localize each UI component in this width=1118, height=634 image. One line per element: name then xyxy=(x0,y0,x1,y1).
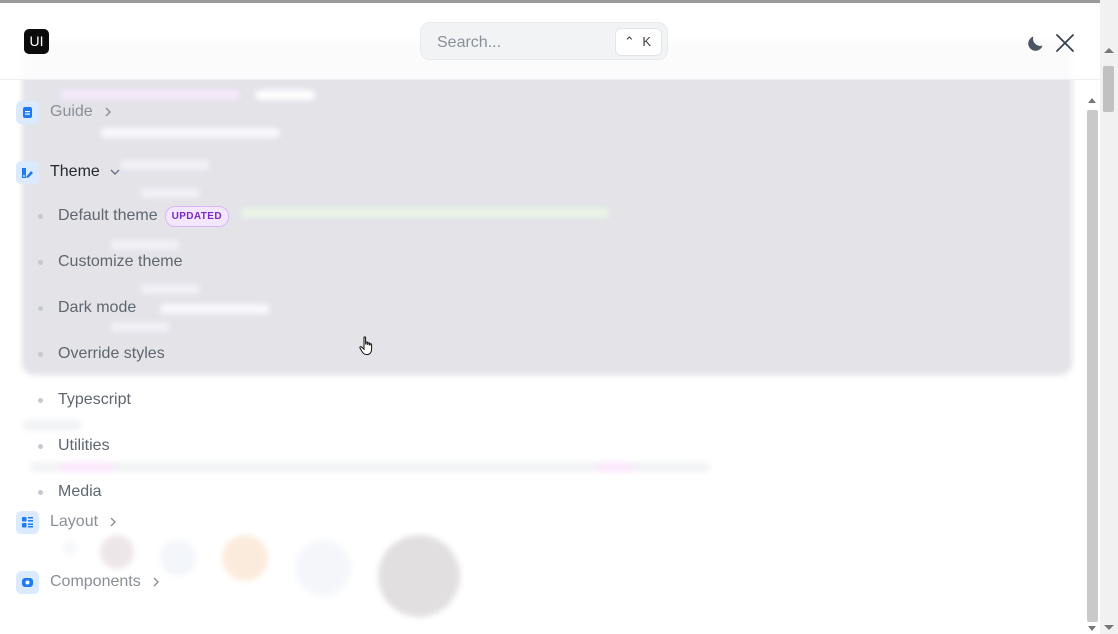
components-icon xyxy=(16,570,39,594)
bullet-icon xyxy=(38,305,43,311)
chevron-right-icon xyxy=(153,577,159,587)
bullet-icon xyxy=(38,489,43,495)
sub-item-dark-mode[interactable]: Dark mode xyxy=(38,296,136,320)
nav-item-label: Components xyxy=(50,573,141,590)
sub-item-default-theme[interactable]: Default theme UPDATED xyxy=(38,204,230,228)
sub-item-customize-theme[interactable]: Customize theme xyxy=(38,250,183,274)
updated-badge: UPDATED xyxy=(164,205,230,227)
chevron-down-icon xyxy=(110,169,120,175)
sub-item-utilities[interactable]: Utilities xyxy=(38,434,110,458)
bullet-icon xyxy=(38,351,43,357)
menu-scroll-down-arrow[interactable] xyxy=(1088,626,1096,631)
sub-item-label: Utilities xyxy=(58,437,110,454)
nav-item-label: Guide xyxy=(50,103,93,120)
nav-item-components[interactable]: Components xyxy=(16,570,161,594)
theme-icon xyxy=(16,160,39,184)
sub-item-typescript[interactable]: Typescript xyxy=(38,388,131,412)
sub-item-label: Dark mode xyxy=(58,299,137,316)
page-scroll-down-arrow[interactable] xyxy=(1104,625,1114,630)
nav-item-label: Theme xyxy=(50,163,100,180)
sub-item-clip: Media xyxy=(0,474,400,498)
nav-item-layout[interactable]: Layout xyxy=(16,510,118,534)
chevron-right-icon xyxy=(105,107,111,117)
sub-item-label: Customize theme xyxy=(58,253,183,270)
logo[interactable]: UI xyxy=(24,29,49,54)
moon-icon[interactable] xyxy=(1026,33,1046,53)
navigation-menu: Guide Theme Default theme UPDATED Custom… xyxy=(0,80,1085,634)
bullet-icon xyxy=(38,443,43,449)
bullet-icon xyxy=(38,397,43,403)
search-box[interactable]: ⌃ K xyxy=(420,22,668,60)
bullet-icon xyxy=(38,259,43,265)
page-scroll-up-arrow[interactable] xyxy=(1104,48,1114,53)
nav-item-label: Layout xyxy=(50,513,99,530)
close-icon[interactable] xyxy=(1055,33,1075,53)
bullet-icon xyxy=(38,213,43,219)
layout-icon xyxy=(16,510,39,534)
hand-cursor-icon xyxy=(359,336,373,355)
nav-item-theme[interactable]: Theme xyxy=(16,160,120,184)
sub-item-label: Typescript xyxy=(58,391,131,408)
menu-scrollbar-thumb[interactable] xyxy=(1087,110,1098,622)
page-scrollbar-thumb[interactable] xyxy=(1103,66,1114,112)
sub-item-label: Default theme xyxy=(58,207,158,224)
menu-header: UI ⌃ K xyxy=(0,3,1100,80)
search-shortcut-badge: ⌃ K xyxy=(614,28,662,56)
chevron-right-icon xyxy=(110,517,117,527)
sub-item-media[interactable]: Media xyxy=(38,480,102,498)
sub-item-label: Media xyxy=(58,483,102,498)
search-input[interactable] xyxy=(435,31,609,55)
sub-item-override-styles[interactable]: Override styles xyxy=(38,342,165,366)
sub-item-label: Override styles xyxy=(58,345,165,362)
menu-scroll-up-arrow[interactable] xyxy=(1088,98,1096,103)
guide-icon xyxy=(16,100,39,124)
nav-item-guide[interactable]: Guide xyxy=(16,100,113,124)
